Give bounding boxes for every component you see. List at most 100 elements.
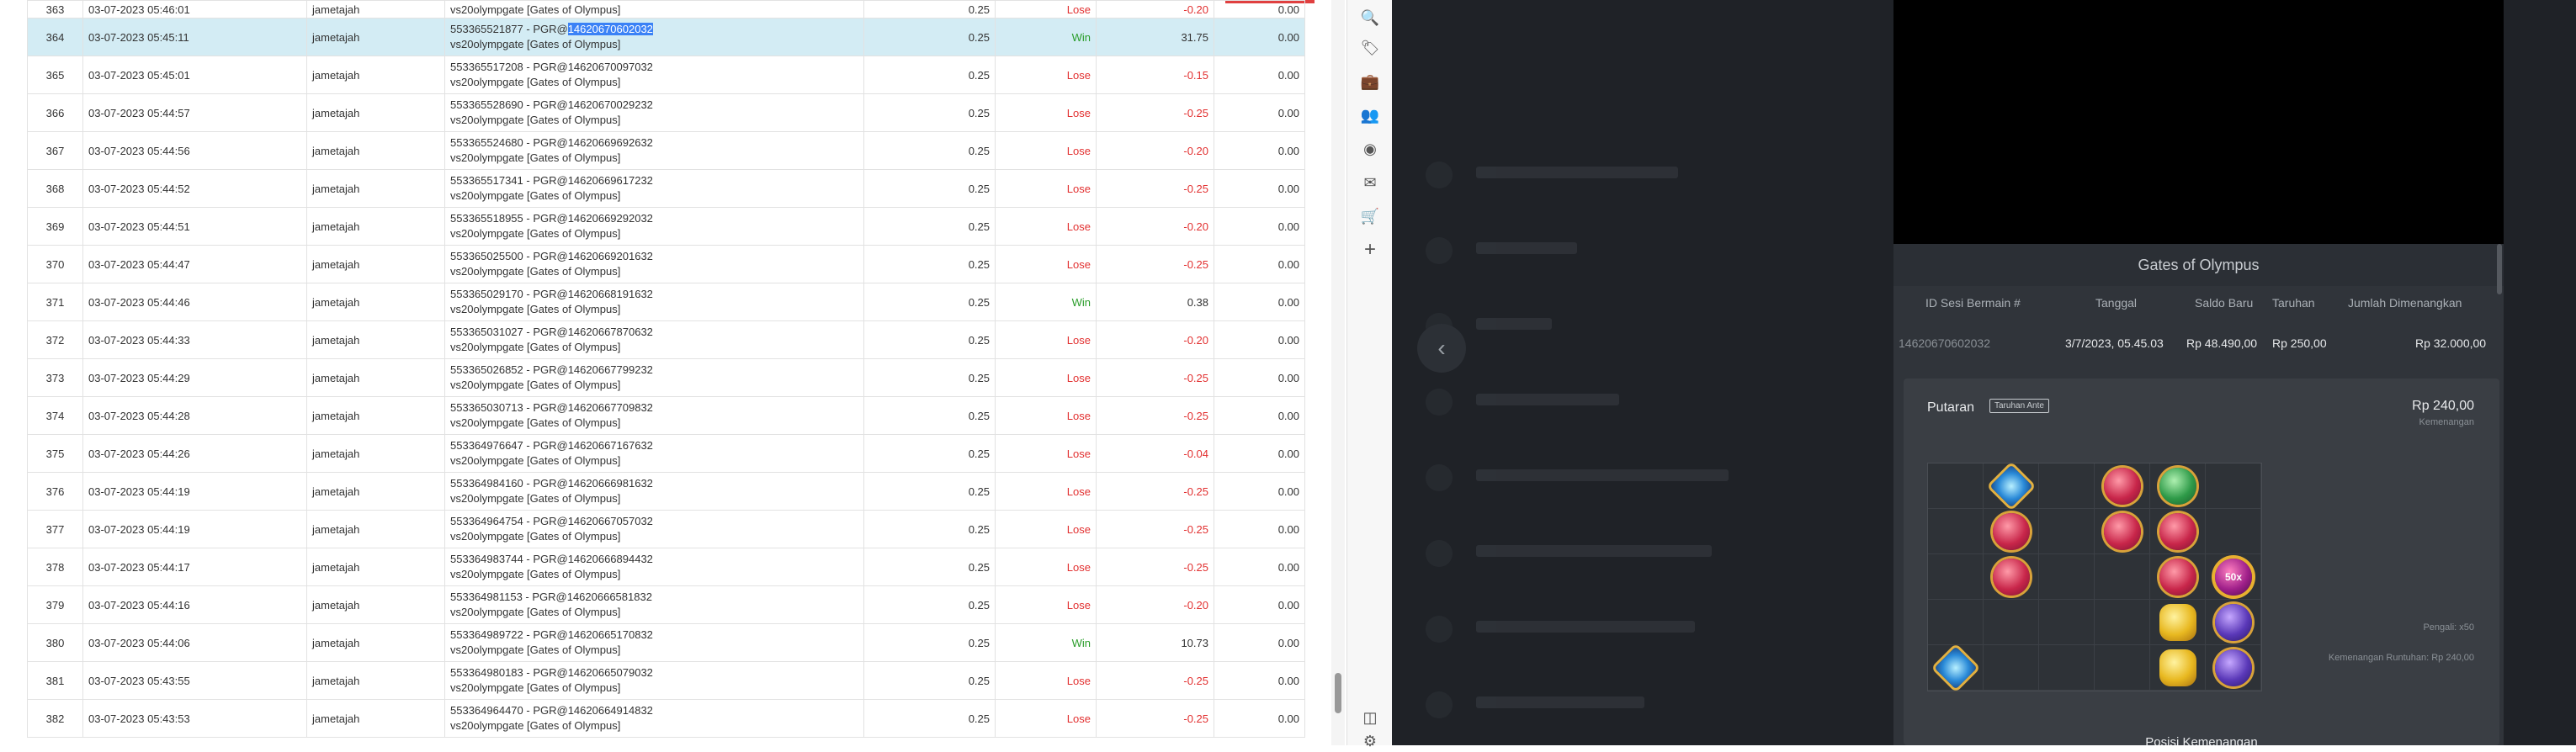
multiplier-text: Pengali: x50 [2423,622,2474,633]
table-row[interactable]: 370 03-07-2023 05:44:47 jametajah 553365025… [27,245,1305,283]
table-row[interactable]: 371 03-07-2023 05:44:46 jametajah 553365029… [27,283,1305,321]
game-replay-video[interactable] [1893,0,2504,244]
header-date: Tanggal [2095,296,2138,310]
row-game-name: vs20olympgate [Gates of Olympus] [450,151,621,164]
row-game-name: vs20olympgate [Gates of Olympus] [450,341,621,353]
row-user: jametajah [306,510,445,548]
row-number: 371 [27,283,83,321]
header-win: Jumlah Dimenangkan [2348,296,2462,310]
table-row-partial[interactable]: 363 03-07-2023 05:46:01 jametajah vs20ol… [27,0,1305,19]
ref-id: 14620667167632 [567,439,653,452]
table-row[interactable]: 369 03-07-2023 05:44:51 jametajah 553365518… [27,207,1305,246]
modal-scrollbar[interactable] [2497,244,2502,294]
row-result: Lose [995,320,1097,359]
browser-sidebar: 🔍 🏷 💼 👥 ◉ ✉ 🛒 + ◫ ⚙ [1346,0,1393,749]
settings-icon[interactable]: ⚙ [1359,730,1381,752]
row-game: 553365025500 - PGR@14620669201632 vs20oly… [444,245,864,283]
row-bonus: 0.00 [1214,0,1305,19]
table-row[interactable]: 373 03-07-2023 05:44:29 jametajah 553365026… [27,358,1305,397]
row-bet: 0.25 [863,93,996,132]
tag-icon[interactable]: 🏷 [1359,37,1381,59]
table-row[interactable]: 377 03-07-2023 05:44:19 jametajah 553364964… [27,510,1305,548]
table-row[interactable]: 367 03-07-2023 05:44:56 jametajah 553365524… [27,131,1305,170]
ref-prefix: 553364976647 - PGR@ [450,439,568,452]
briefcase-icon[interactable]: 💼 [1359,71,1381,93]
row-bonus: 0.00 [1214,623,1305,662]
row-winloss: -0.25 [1096,548,1214,586]
circle-app-icon[interactable]: ◉ [1359,138,1381,160]
ref-id: 14620670029232 [567,98,653,111]
ref-id-highlighted[interactable]: 14620670602032 [567,23,653,35]
row-bet: 0.25 [863,623,996,662]
row-date: 03-07-2023 05:44:33 [82,320,307,359]
row-reference: 553364983744 - PGR@14620666894432 [450,552,858,567]
table-row[interactable]: 380 03-07-2023 05:44:06 jametajah 553364989… [27,623,1305,662]
reel-cell [2206,463,2261,509]
table-row[interactable]: 366 03-07-2023 05:44:57 jametajah 553365528… [27,93,1305,132]
row-game-name: vs20olympgate [Gates of Olympus] [450,643,621,656]
modal-backdrop[interactable]: ‹ Gates of Olympus ID Sesi Bermain # Tan… [1392,0,2576,745]
back-button[interactable]: ‹ [1417,324,1466,373]
row-result: Lose [995,661,1097,700]
row-winloss: 31.75 [1096,18,1214,56]
ref-id: 14620666894432 [567,553,653,565]
people-icon[interactable]: 👥 [1359,104,1381,126]
row-game-name: vs20olympgate [Gates of Olympus] [450,416,621,429]
row-game-name: vs20olympgate [Gates of Olympus] [450,568,621,580]
row-result: Lose [995,396,1097,435]
row-reference: 553364964470 - PGR@14620664914832 [450,703,858,718]
table-row[interactable]: 375 03-07-2023 05:44:26 jametajah 553364976… [27,434,1305,473]
row-game-name: vs20olympgate [Gates of Olympus] [450,189,621,202]
table-row[interactable]: 372 03-07-2023 05:44:33 jametajah 553365031… [27,320,1305,359]
row-date: 03-07-2023 05:44:51 [82,207,307,246]
row-user: jametajah [306,0,445,19]
row-number: 363 [27,0,83,19]
winning-positions-link[interactable]: Posisi Kemenangan [1904,735,2499,745]
row-bonus: 0.00 [1214,699,1305,738]
spin-label: Putaran [1927,400,1975,415]
reel-cell [2039,600,2095,645]
blurred-background-item [1426,538,1846,572]
table-row[interactable]: 374 03-07-2023 05:44:28 jametajah 553365030… [27,396,1305,435]
spin-detail-card: Putaran Taruhan Ante Rp 240,00 Kemenanga… [1904,379,2499,745]
row-bet: 0.25 [863,207,996,246]
reel-cell [1928,600,1984,645]
table-scrollbar[interactable] [1331,0,1345,745]
add-icon[interactable]: + [1359,239,1381,261]
row-game: 553365031027 - PGR@14620667870632 vs20oly… [444,320,864,359]
table-row[interactable]: 376 03-07-2023 05:44:19 jametajah 553364984… [27,472,1305,511]
row-result: Lose [995,510,1097,548]
row-bonus: 0.00 [1214,93,1305,132]
table-row[interactable]: 379 03-07-2023 05:44:16 jametajah 553364981… [27,585,1305,624]
row-user: jametajah [306,283,445,321]
row-number: 379 [27,585,83,624]
header-session-id: ID Sesi Bermain # [1925,296,2021,310]
outlook-icon[interactable]: ✉ [1359,172,1381,193]
shopping-cart-icon[interactable]: 🛒 [1359,205,1381,227]
row-user: jametajah [306,320,445,359]
table-row[interactable]: 381 03-07-2023 05:43:55 jametajah 553364980… [27,661,1305,700]
row-result: Lose [995,548,1097,586]
table-row[interactable]: 365 03-07-2023 05:45:01 jametajah 553365517… [27,56,1305,94]
table-row[interactable]: 378 03-07-2023 05:44:17 jametajah 553364983… [27,548,1305,586]
table-row[interactable]: 364 03-07-2023 05:45:11 jametajah 553365521… [27,18,1305,56]
row-reference: 553364989722 - PGR@14620665170832 [450,628,858,643]
row-game: 553364964470 - PGR@14620664914832 vs20oly… [444,699,864,738]
search-icon[interactable]: 🔍 [1359,7,1381,29]
yellow-symbol [2159,649,2196,686]
table-row[interactable]: 382 03-07-2023 05:43:53 jametajah 553364964… [27,699,1305,738]
value-date: 3/7/2023, 05.45.03 [2065,336,2164,350]
ref-prefix: 553365031027 - PGR@ [450,326,568,338]
row-number: 367 [27,131,83,170]
scrollbar-thumb[interactable] [1335,673,1341,713]
sidebar-toggle-icon[interactable]: ◫ [1359,707,1381,728]
tumble-win-text: Kemenangan Runtuhan: Rp 240,00 [2328,653,2474,663]
reel-cell [1984,600,2039,645]
row-bonus: 0.00 [1214,472,1305,511]
purple-symbol [2215,649,2252,686]
row-date: 03-07-2023 05:44:28 [82,396,307,435]
table-row[interactable]: 368 03-07-2023 05:44:52 jametajah 553365517… [27,169,1305,208]
row-bet: 0.25 [863,245,996,283]
row-number: 366 [27,93,83,132]
row-bet: 0.25 [863,320,996,359]
